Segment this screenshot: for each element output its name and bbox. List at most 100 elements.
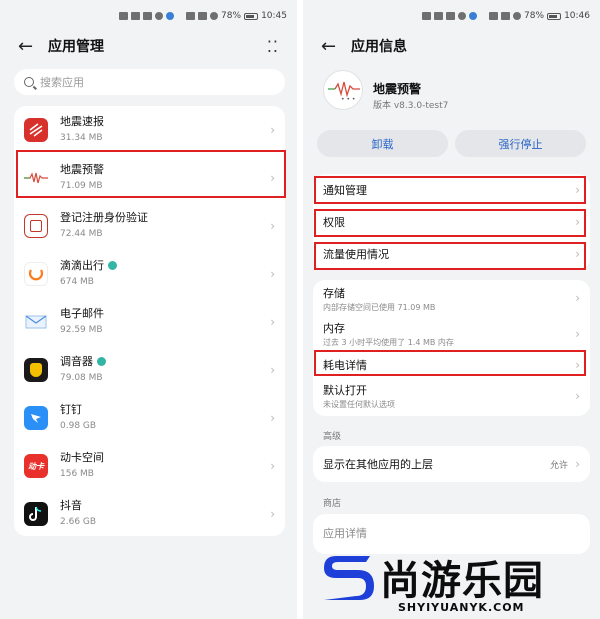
list-item-didi[interactable]: 滴滴出行 674 MB › — [14, 250, 285, 298]
data-usage-row[interactable]: 流量使用情况 › — [313, 238, 590, 270]
dingtalk-icon — [24, 406, 48, 430]
power-details-row[interactable]: 耗电详情 › — [313, 352, 590, 378]
list-item-registration-id[interactable]: 登记注册身份验证 72.44 MB › — [14, 202, 285, 250]
chevron-right-icon: › — [575, 291, 580, 305]
app-size: 0.98 GB — [60, 421, 97, 431]
earthquake-warning-icon: • • • — [323, 70, 363, 110]
default-open-sub: 未设置任何默认选项 — [323, 400, 395, 409]
battery-icon — [547, 12, 562, 20]
uninstall-button[interactable]: 卸载 — [317, 130, 448, 157]
chevron-right-icon: › — [270, 507, 275, 521]
chevron-right-icon: › — [270, 315, 275, 329]
chevron-right-icon: › — [575, 327, 580, 341]
permissions-row[interactable]: 权限 › — [313, 206, 590, 238]
clock: 10:46 — [564, 11, 590, 21]
chevron-right-icon: › — [575, 358, 580, 372]
app-header: • • • 地震预警 版本 v8.3.0-test7 — [323, 70, 583, 120]
sim-icon — [422, 12, 432, 20]
notification-management-row[interactable]: 通知管理 › — [313, 174, 590, 206]
app-name: 钉钉 — [60, 403, 82, 416]
list-item-dongka[interactable]: 动卡 动卡空间 156 MB › — [14, 442, 285, 490]
list-item-earthquake-news[interactable]: 地震速报 31.34 MB › — [14, 106, 285, 154]
status-bar: 78% 10:46 — [303, 8, 590, 24]
chevron-right-icon: › — [575, 247, 580, 261]
chevron-right-icon: › — [575, 457, 580, 471]
app-size: 79.08 MB — [60, 373, 103, 383]
clock: 10:45 — [261, 11, 287, 21]
app-name: 滴滴出行 — [60, 257, 117, 273]
settings-card-main: 通知管理 › 权限 › 流量使用情况 › — [313, 174, 590, 270]
watermark: 尚游乐园 SHYIYUANYK.COM — [318, 548, 600, 619]
list-item-email[interactable]: 电子邮件 92.59 MB › — [14, 298, 285, 346]
list-item-tuner[interactable]: 调音器 79.08 MB › — [14, 346, 285, 394]
app-name: 调音器 — [60, 353, 106, 369]
vibrate-icon — [501, 12, 511, 20]
back-arrow-icon[interactable]: ← — [321, 36, 351, 57]
default-open-label: 默认打开 — [323, 384, 367, 397]
search-input[interactable]: 搜索应用 — [14, 69, 285, 95]
storage-sub: 内部存储空间已使用 71.09 MB — [323, 303, 436, 312]
notification-icon — [166, 12, 175, 20]
list-item-dingtalk[interactable]: 钉钉 0.98 GB › — [14, 394, 285, 442]
site-logo-icon — [324, 556, 374, 600]
memory-sub: 过去 3 小时平均使用了 1.4 MB 内存 — [323, 338, 454, 347]
app-name: 登记注册身份验证 — [60, 211, 148, 224]
settings-card-advanced: 显示在其他应用的上层 允许 › — [313, 446, 590, 482]
battery-icon — [244, 12, 259, 20]
chevron-right-icon: › — [270, 459, 275, 473]
verified-badge-icon — [108, 260, 117, 270]
page-title: 应用管理 — [48, 39, 104, 55]
app-size: 71.09 MB — [60, 181, 103, 191]
wechat-icon — [458, 12, 467, 20]
email-icon — [24, 310, 48, 334]
app-name: 地震预警 — [60, 163, 104, 176]
search-placeholder: 搜索应用 — [40, 76, 84, 89]
app-size: 674 MB — [60, 277, 94, 287]
earthquake-news-icon — [24, 118, 48, 142]
storage-row[interactable]: 存储 内部存储空间已使用 71.09 MB › — [313, 280, 590, 316]
watermark-url: SHYIYUANYK.COM — [398, 601, 525, 614]
app-name: 动卡空间 — [60, 451, 104, 464]
didi-icon — [24, 262, 48, 286]
settings-card-resources: 存储 内部存储空间已使用 71.09 MB › 内存 过去 3 小时平均使用了 … — [313, 280, 590, 416]
display-over-apps-row[interactable]: 显示在其他应用的上层 允许 › — [313, 446, 590, 482]
list-item-douyin[interactable]: 抖音 2.66 GB › — [14, 490, 285, 538]
notification-management-label: 通知管理 — [323, 184, 367, 197]
chevron-right-icon: › — [270, 171, 275, 185]
signal-icon — [434, 12, 444, 20]
storage-label: 存储 — [323, 287, 345, 300]
chevron-right-icon: › — [270, 123, 275, 137]
data-usage-label: 流量使用情况 — [323, 248, 389, 261]
app-name: 电子邮件 — [60, 307, 104, 320]
section-advanced: 高级 — [323, 432, 342, 442]
bluetooth-icon — [210, 12, 219, 20]
list-item-earthquake-warning[interactable]: 地震预警 71.09 MB › — [14, 154, 285, 202]
app-list: 地震速报 31.34 MB › 地震预警 71.09 MB › 登记注册身份验证… — [14, 106, 285, 536]
section-store: 商店 — [323, 499, 342, 509]
chevron-right-icon: › — [575, 183, 580, 197]
force-stop-button[interactable]: 强行停止 — [455, 130, 586, 157]
app-name: 抖音 — [60, 499, 82, 512]
more-options-icon[interactable]: ⁚⁚ — [267, 37, 279, 56]
battery-percent: 78% — [524, 11, 545, 21]
app-details-row[interactable]: 应用详情 — [313, 514, 590, 552]
status-bar: 78% 10:45 — [0, 8, 287, 24]
chevron-right-icon: › — [270, 219, 275, 233]
chevron-right-icon: › — [575, 389, 580, 403]
default-open-row[interactable]: 默认打开 未设置任何默认选项 › — [313, 378, 590, 414]
bluetooth-icon — [513, 12, 522, 20]
memory-label: 内存 — [323, 322, 345, 335]
app-name: 地震预警 — [373, 82, 422, 96]
registration-id-icon — [24, 214, 48, 238]
back-arrow-icon[interactable]: ← — [18, 36, 48, 57]
top-bar: ← 应用信息 — [321, 34, 582, 58]
app-size: 92.59 MB — [60, 325, 103, 335]
memory-row[interactable]: 内存 过去 3 小时平均使用了 1.4 MB 内存 › — [313, 316, 590, 352]
top-bar: ← 应用管理 ⁚⁚ — [18, 34, 279, 58]
nfc-icon — [489, 12, 499, 20]
power-details-label: 耗电详情 — [323, 359, 367, 372]
sim-icon — [119, 12, 129, 20]
chevron-right-icon: › — [270, 411, 275, 425]
display-over-apps-value: 允许 — [549, 460, 568, 471]
app-size: 2.66 GB — [60, 517, 97, 527]
